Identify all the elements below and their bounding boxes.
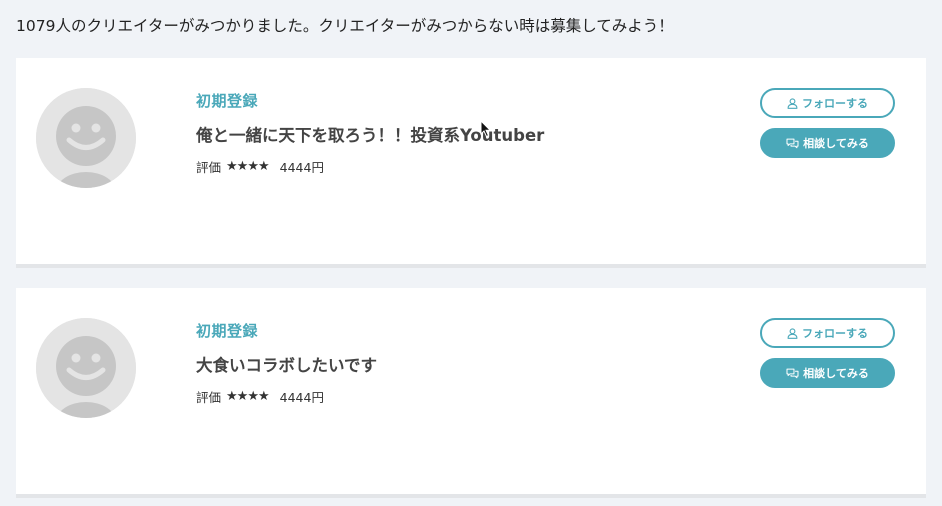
user-icon	[787, 97, 798, 109]
rating-stars: ★★★★	[226, 389, 270, 404]
consult-button[interactable]: 相談してみる	[760, 358, 895, 388]
rating-stars: ★★★★	[226, 159, 270, 174]
creator-title[interactable]: 俺と一緒に天下を取ろう！！投資系Youtuber	[196, 122, 544, 146]
follow-button[interactable]: フォローする	[760, 88, 895, 118]
creator-card[interactable]: 初期登録 大食いコラボしたいです 評価 ★★★★ 4444円 フォローする 相談…	[16, 288, 926, 498]
price: 4444円	[279, 160, 324, 175]
chat-bubbles-icon	[786, 138, 799, 149]
rating-label: 評価	[196, 390, 222, 405]
chat-bubbles-icon	[786, 368, 799, 379]
rating-row: 評価 ★★★★ 4444円	[196, 387, 324, 406]
consult-button-label: 相談してみる	[803, 367, 869, 380]
creator-title[interactable]: 大食いコラボしたいです	[196, 352, 377, 376]
default-user-avatar-icon[interactable]	[36, 318, 136, 418]
follow-button[interactable]: フォローする	[760, 318, 895, 348]
consult-button[interactable]: 相談してみる	[760, 128, 895, 158]
rating-row: 評価 ★★★★ 4444円	[196, 157, 324, 176]
consult-button-label: 相談してみる	[803, 137, 869, 150]
follow-button-label: フォローする	[802, 97, 868, 110]
follow-button-label: フォローする	[802, 327, 868, 340]
default-user-avatar-icon[interactable]	[36, 88, 136, 188]
registration-status: 初期登録	[196, 92, 259, 110]
user-icon	[787, 327, 798, 339]
rating-label: 評価	[196, 160, 222, 175]
price: 4444円	[279, 390, 324, 405]
results-summary: 1079人のクリエイターがみつかりました。クリエイターがみつからない時は募集して…	[16, 17, 674, 35]
search-results-page: 1079人のクリエイターがみつかりました。クリエイターがみつからない時は募集して…	[0, 0, 942, 506]
creator-card[interactable]: 初期登録 俺と一緒に天下を取ろう！！投資系Youtuber 評価 ★★★★ 44…	[16, 58, 926, 268]
registration-status: 初期登録	[196, 322, 259, 340]
